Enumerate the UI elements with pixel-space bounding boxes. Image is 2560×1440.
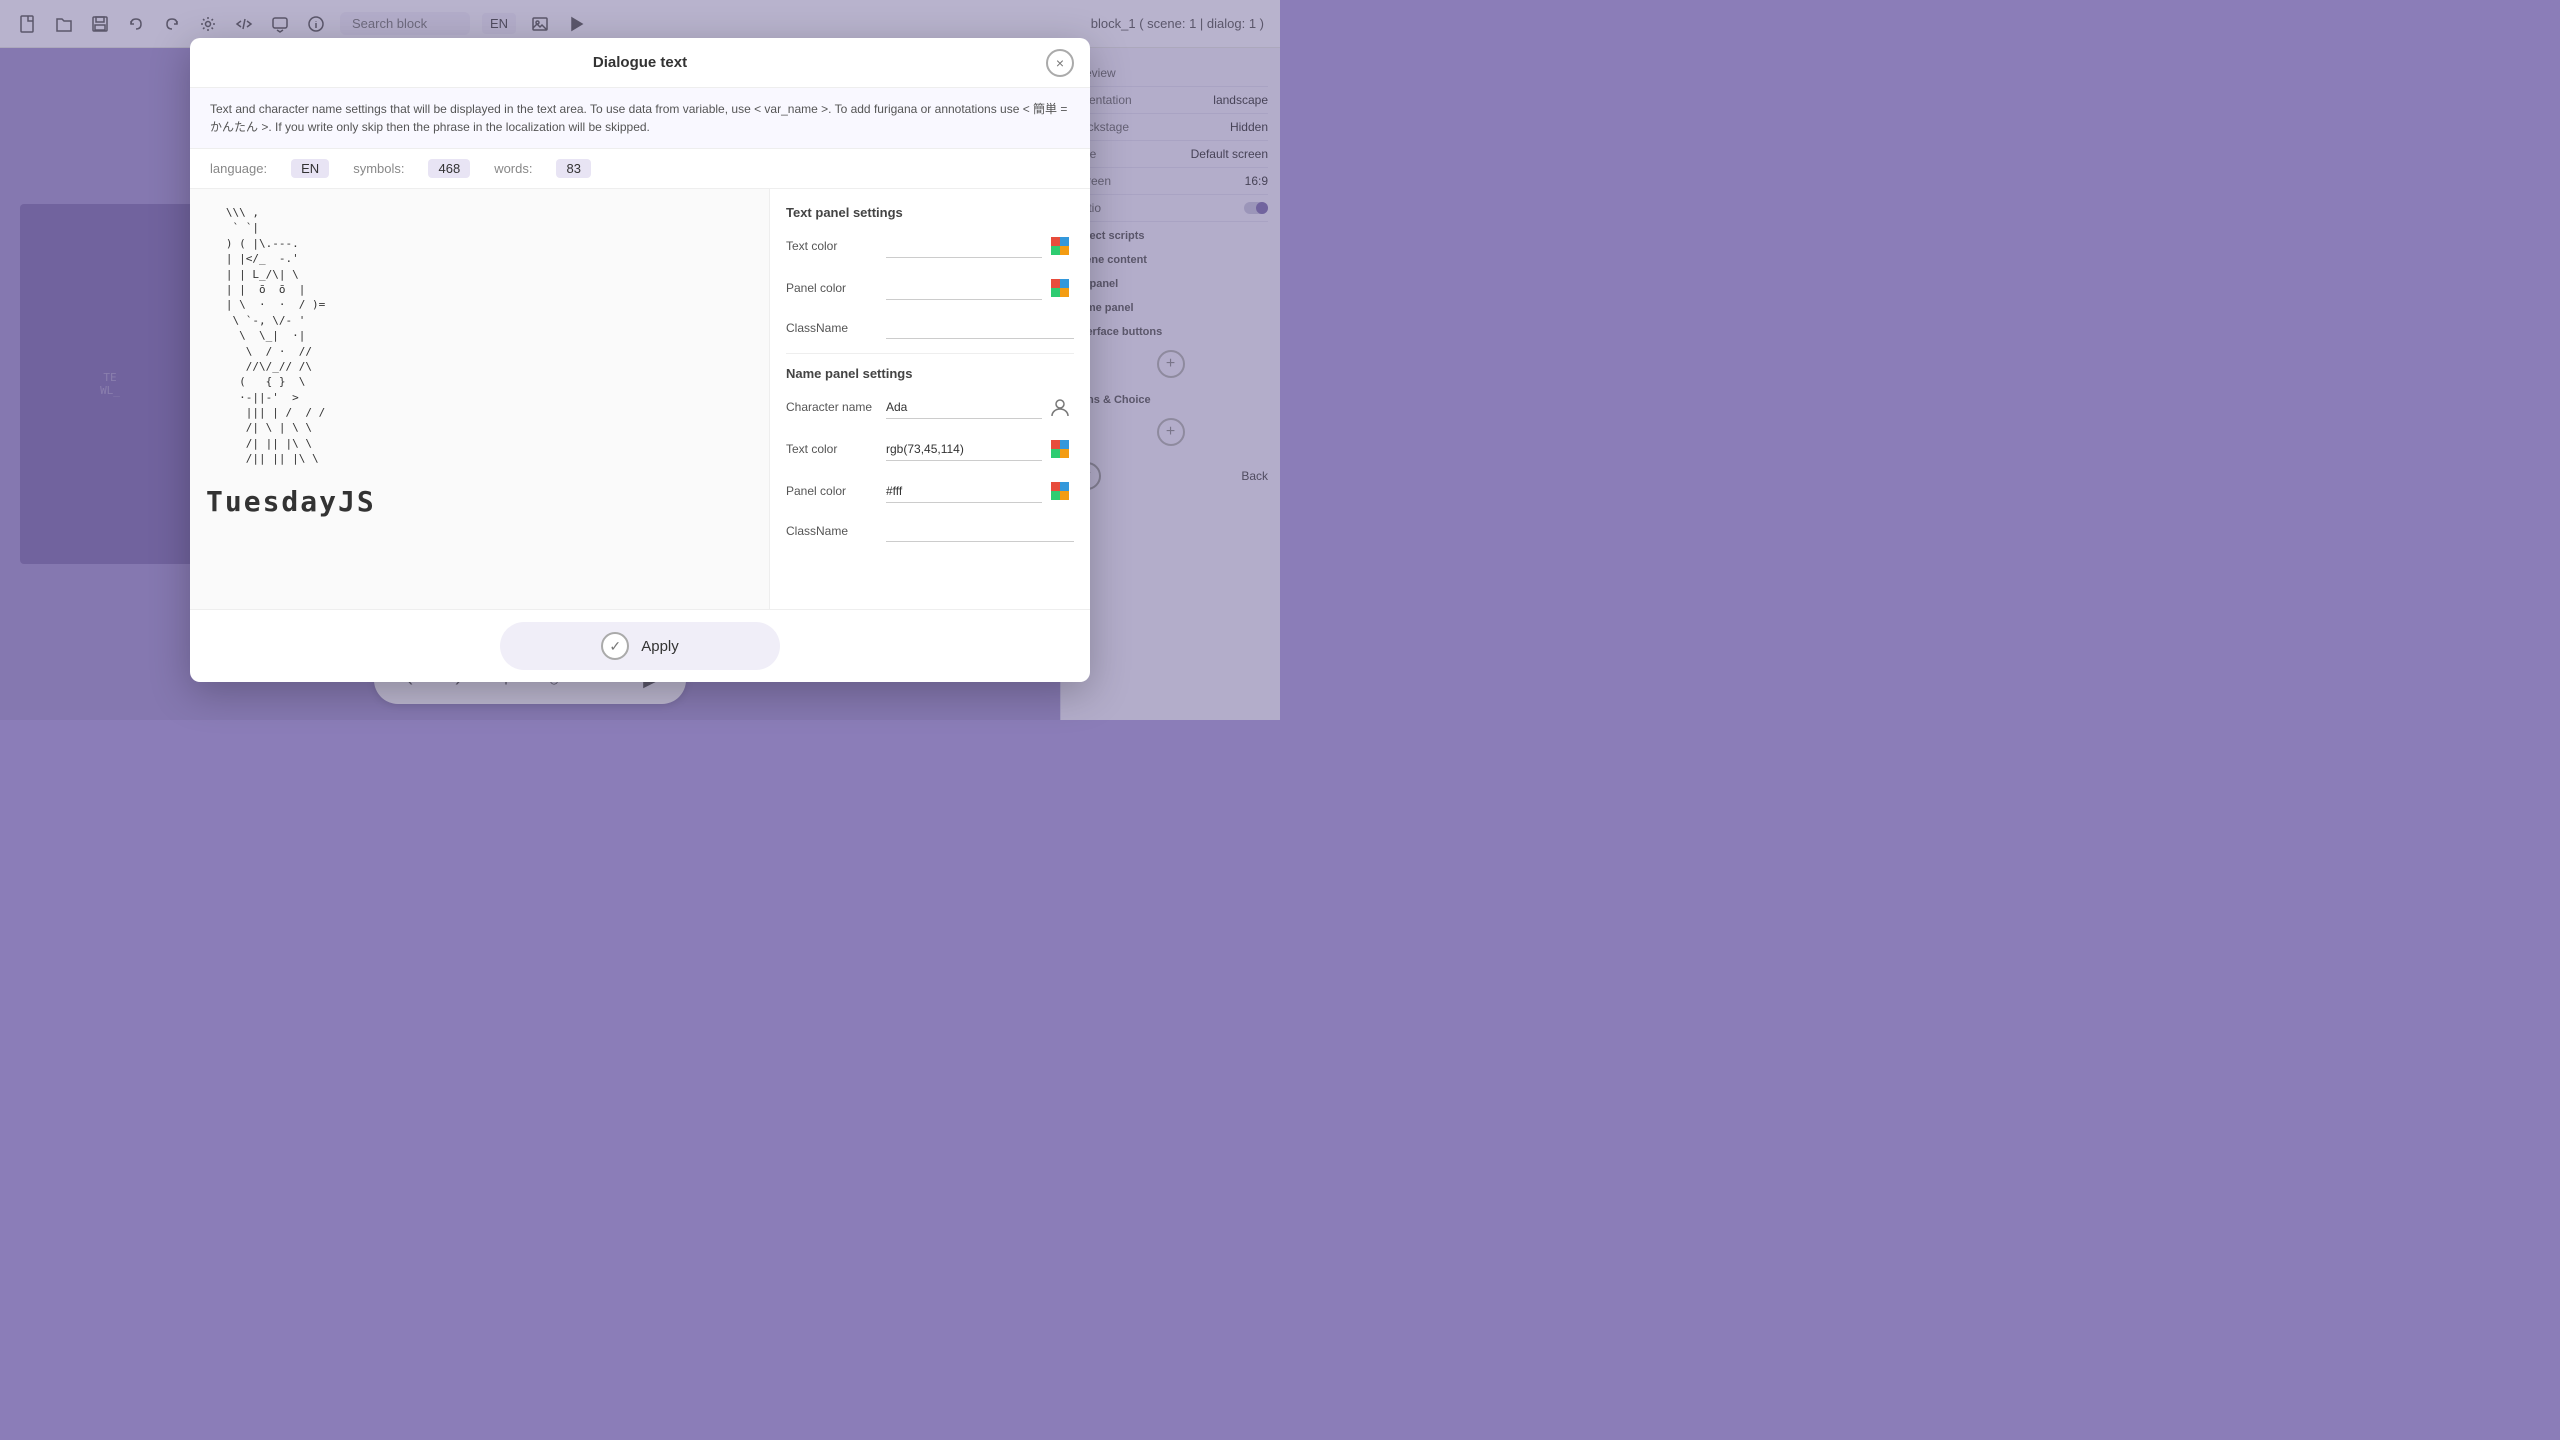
panel-color-row: Panel color bbox=[786, 274, 1074, 302]
modal-close-button[interactable]: × bbox=[1046, 49, 1074, 77]
name-text-color-row: Text color bbox=[786, 435, 1074, 463]
dialogue-modal: Dialogue text × Text and character name … bbox=[190, 38, 1090, 682]
name-text-color-input[interactable] bbox=[886, 438, 1042, 461]
modal-info: Text and character name settings that wi… bbox=[190, 88, 1090, 149]
name-panel-color-row: Panel color bbox=[786, 477, 1074, 505]
classname-name-row: ClassName bbox=[786, 519, 1074, 542]
panel-color-input[interactable] bbox=[886, 277, 1042, 300]
modal-overlay: Dialogue text × Text and character name … bbox=[0, 0, 1280, 720]
character-name-input[interactable] bbox=[886, 396, 1042, 419]
name-panel-color-picker-icon[interactable] bbox=[1046, 477, 1074, 505]
character-name-label: Character name bbox=[786, 400, 886, 414]
panel-color-label: Panel color bbox=[786, 281, 886, 295]
modal-stats: language: EN symbols: 468 words: 83 bbox=[190, 149, 1090, 189]
classname-text-row: ClassName bbox=[786, 316, 1074, 339]
settings-divider bbox=[786, 353, 1074, 354]
name-panel-settings-title: Name panel settings bbox=[786, 366, 1074, 381]
apply-button[interactable]: ✓ Apply bbox=[500, 622, 780, 670]
text-color-input[interactable] bbox=[886, 235, 1042, 258]
text-color-picker-icon[interactable] bbox=[1046, 232, 1074, 260]
classname-name-label: ClassName bbox=[786, 524, 886, 538]
symbols-stat-label: symbols: bbox=[353, 161, 404, 176]
text-panel-settings-title: Text panel settings bbox=[786, 205, 1074, 220]
modal-settings-panel: Text panel settings Text color Panel col… bbox=[770, 189, 1090, 609]
name-panel-color-label: Panel color bbox=[786, 484, 886, 498]
words-stat-value: 83 bbox=[556, 159, 590, 178]
modal-footer: ✓ Apply bbox=[190, 609, 1090, 682]
apply-label: Apply bbox=[641, 638, 679, 655]
classname-name-input[interactable] bbox=[886, 519, 1074, 542]
character-name-row: Character name bbox=[786, 393, 1074, 421]
classname-text-input[interactable] bbox=[886, 316, 1074, 339]
name-text-color-picker-icon[interactable] bbox=[1046, 435, 1074, 463]
name-panel-color-input[interactable] bbox=[886, 480, 1042, 503]
modal-header: Dialogue text × bbox=[190, 38, 1090, 88]
language-stat-value: EN bbox=[291, 159, 329, 178]
modal-title: Dialogue text bbox=[593, 54, 687, 71]
classname-text-label: ClassName bbox=[786, 321, 886, 335]
apply-check-icon: ✓ bbox=[601, 632, 629, 660]
modal-body: \\\ , ` `| ) ( |\.---. | |</_ -.' | | L_… bbox=[190, 189, 1090, 609]
text-color-label: Text color bbox=[786, 239, 886, 253]
words-stat-label: words: bbox=[494, 161, 532, 176]
symbols-stat-value: 468 bbox=[428, 159, 470, 178]
name-text-color-label: Text color bbox=[786, 442, 886, 456]
panel-color-picker-icon[interactable] bbox=[1046, 274, 1074, 302]
language-stat-label: language: bbox=[210, 161, 267, 176]
modal-text-editor[interactable]: \\\ , ` `| ) ( |\.---. | |</_ -.' | | L_… bbox=[190, 189, 770, 609]
text-color-row: Text color bbox=[786, 232, 1074, 260]
character-icon[interactable] bbox=[1046, 393, 1074, 421]
